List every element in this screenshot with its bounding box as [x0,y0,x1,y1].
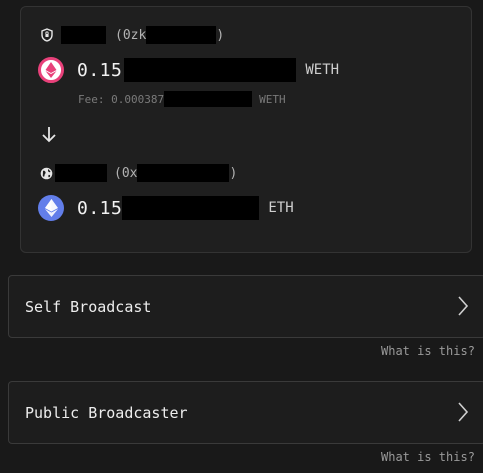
chevron-right-icon [457,295,469,321]
chevron-right-icon [457,401,469,427]
shield-icon [40,28,54,42]
destination-token-symbol: ETH [268,200,294,216]
public-broadcaster-button[interactable]: Public Broadcaster [8,381,483,444]
self-broadcast-button[interactable]: Self Broadcast [8,275,483,338]
source-address-prefix: (0zk [115,27,147,43]
redacted-address [137,164,230,182]
redacted-address [146,26,217,44]
fee-amount: Fee: 0.000387 [78,92,165,106]
fee-row: Fee: 0.000387 WETH [78,91,286,107]
source-address-suffix: ) [216,27,225,43]
broadcast-review-screen: (0zk ) 0.15 WETH Fee: 0.000387 WETH (0x … [0,0,483,473]
destination-amount-row: 0.15 ETH [38,195,294,221]
globe-icon [40,167,53,180]
fee-token-symbol: WETH [259,92,286,106]
destination-address-prefix: (0x [114,165,138,181]
source-token-symbol: WETH [305,62,340,78]
weth-token-icon [38,57,64,83]
redacted-wallet-name [55,164,107,182]
source-account-row: (0zk ) [40,26,224,44]
public-broadcaster-help-link[interactable]: What is this? [381,450,475,464]
redacted-amount-digits [124,58,297,82]
redacted-fee-digits [164,91,253,107]
transfer-summary-card: (0zk ) 0.15 WETH Fee: 0.000387 WETH (0x … [20,6,472,253]
self-broadcast-help-link[interactable]: What is this? [381,344,475,358]
public-broadcaster-label: Public Broadcaster [25,403,188,422]
redacted-amount-digits [122,196,260,220]
source-amount-row: 0.15 WETH [38,57,339,83]
eth-token-icon [38,195,64,221]
self-broadcast-label: Self Broadcast [25,297,152,316]
source-amount: 0.15 [77,59,123,81]
arrow-down-icon [41,125,57,147]
destination-account-row: (0x ) [40,164,237,182]
destination-amount: 0.15 [77,197,123,219]
destination-address-suffix: ) [229,165,238,181]
redacted-wallet-name [61,26,106,44]
